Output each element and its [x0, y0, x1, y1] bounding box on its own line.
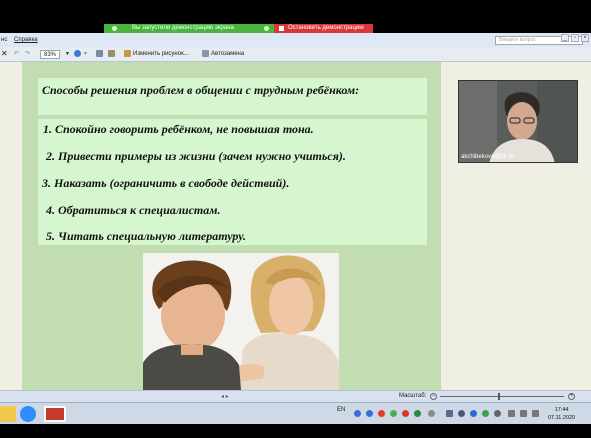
zoom-slider[interactable]: [440, 396, 564, 397]
tray-app-icon[interactable]: [354, 410, 361, 417]
zoom-select[interactable]: 83%: [40, 50, 61, 59]
help-search-input[interactable]: Введите вопрос: [495, 36, 583, 45]
menu-item-service[interactable]: нс: [1, 37, 7, 43]
close-icon[interactable]: ×: [581, 34, 589, 42]
zoom-app-icon[interactable]: [20, 406, 36, 422]
participant-email: akchibekova@bk.ru: [461, 154, 514, 160]
flag-icon[interactable]: [520, 410, 527, 417]
list-item: 2. Привести примеры из жизни (зачем нужн…: [46, 149, 346, 163]
bottom-black-bar: [0, 424, 591, 438]
tray-app-icon[interactable]: [414, 410, 421, 417]
tray-app-icon[interactable]: [458, 410, 465, 417]
formatting-toolbar: ✕ ↶ ↷ 83% ▼ ▾ Изменить рисунок... Автоза…: [0, 47, 591, 62]
zoom-dropdown-icon[interactable]: ▼: [65, 50, 70, 59]
zoom-slider-thumb[interactable]: [498, 393, 500, 400]
tray-app-icon[interactable]: [482, 410, 489, 417]
autocorrect-label: Автозамена: [211, 51, 245, 58]
share-indicator-icon: [112, 26, 117, 31]
tray-app-icon[interactable]: [494, 410, 501, 417]
zoom-out-icon[interactable]: −: [430, 393, 437, 400]
teen-and-mother-picture: [143, 253, 339, 390]
change-picture-button[interactable]: Изменить рисунок...: [124, 50, 189, 59]
undo-icon[interactable]: ↶: [14, 50, 19, 59]
restore-icon[interactable]: ▫: [571, 34, 579, 42]
slide-nav-arrows[interactable]: ◂ ▸: [221, 393, 229, 400]
screen-share-status-bar: Вы запустили демонстрацию экрана: [104, 24, 274, 33]
system-clock[interactable]: 17:44 07.11.2020: [548, 406, 575, 422]
minimize-icon[interactable]: _: [561, 34, 569, 42]
slide-title: Способы решения проблем в общении с труд…: [42, 83, 360, 97]
tray-app-icon[interactable]: [390, 410, 397, 417]
top-black-bar: [0, 0, 591, 24]
change-picture-label: Изменить рисунок...: [133, 51, 189, 58]
network-icon[interactable]: [508, 410, 515, 417]
tray-app-icon[interactable]: [402, 410, 409, 417]
stop-icon: [279, 26, 284, 31]
slide-photo[interactable]: [143, 253, 339, 390]
tray-app-icon[interactable]: [470, 410, 477, 417]
tray-app-icon[interactable]: [366, 410, 373, 417]
help-icon[interactable]: [74, 50, 83, 59]
redo-icon[interactable]: ↷: [25, 50, 30, 59]
speaker-icon[interactable]: [532, 410, 539, 417]
menu-bar: нс Справка Введите вопрос _ ▫ ×: [0, 33, 591, 47]
tray-app-icon[interactable]: [446, 410, 453, 417]
stop-share-label: Остановить демонстрацию: [288, 25, 364, 31]
zoom-label: Масштаб:: [399, 393, 427, 399]
clock-time: 17:44: [554, 407, 569, 413]
taskbar: EN 17:44 07.11.2020: [0, 402, 591, 424]
align-icon[interactable]: [96, 50, 105, 59]
list-item: 3. Наказать (ограничить в свободе действ…: [42, 176, 290, 190]
folder-app-icon[interactable]: [0, 406, 16, 422]
menu-item-help[interactable]: Справка: [14, 37, 38, 43]
share-settings-icon[interactable]: [264, 26, 269, 31]
autocorrect-button[interactable]: Автозамена: [202, 50, 244, 59]
clock-date: 07.11.2020: [548, 415, 576, 421]
zoom-in-icon[interactable]: +: [568, 393, 575, 400]
share-status-text: Вы запустили демонстрацию экрана: [132, 25, 234, 31]
yandex-icon[interactable]: [378, 410, 385, 417]
list-item: 5. Читать специальную литературу.: [46, 229, 246, 243]
tray-app-icon[interactable]: [428, 410, 435, 417]
webcam-preview[interactable]: akchibekova@bk.ru: [458, 80, 578, 163]
list-item: 1. Спокойно говорить ребёнком, не повыша…: [43, 122, 314, 136]
stop-share-button[interactable]: Остановить демонстрацию: [274, 24, 373, 33]
crop-icon[interactable]: [108, 50, 117, 59]
picture-icon: [124, 50, 131, 57]
status-bar: ◂ ▸ Масштаб: − +: [0, 390, 591, 402]
list-item: 4. Обратиться к специалистам.: [46, 203, 221, 217]
language-indicator[interactable]: EN: [337, 407, 345, 413]
participant-video: [459, 81, 577, 162]
toolbar-options-icon[interactable]: ▾: [84, 50, 87, 59]
powerpoint-app-icon[interactable]: [44, 406, 66, 422]
cut-icon[interactable]: ✕: [1, 49, 8, 58]
autocorrect-icon: [202, 50, 209, 57]
